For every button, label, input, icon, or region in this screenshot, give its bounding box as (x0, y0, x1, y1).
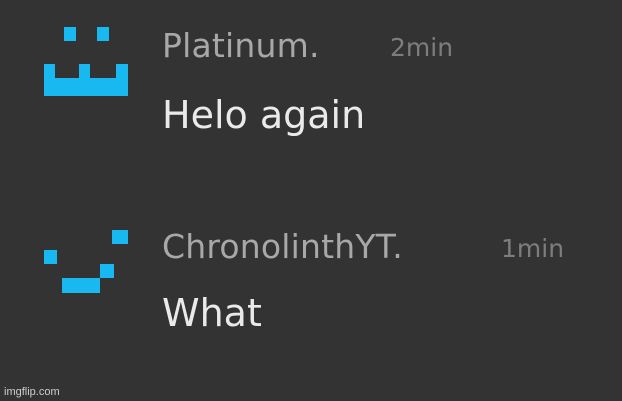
watermark: imgflip.com (4, 386, 60, 398)
pixel-smiley-face-icon[interactable] (40, 22, 132, 122)
message-item: Platinum. 2min Helo again (0, 0, 622, 160)
username[interactable]: ChronolinthYT. (162, 227, 403, 266)
message-text: Helo again (162, 93, 366, 137)
message-item: ChronolinthYT. 1min What (0, 195, 622, 355)
username[interactable]: Platinum. (162, 26, 320, 65)
message-text: What (162, 291, 262, 335)
pixel-smirk-face-icon[interactable] (40, 225, 132, 325)
timestamp: 2min (390, 33, 454, 62)
timestamp: 1min (501, 234, 565, 263)
